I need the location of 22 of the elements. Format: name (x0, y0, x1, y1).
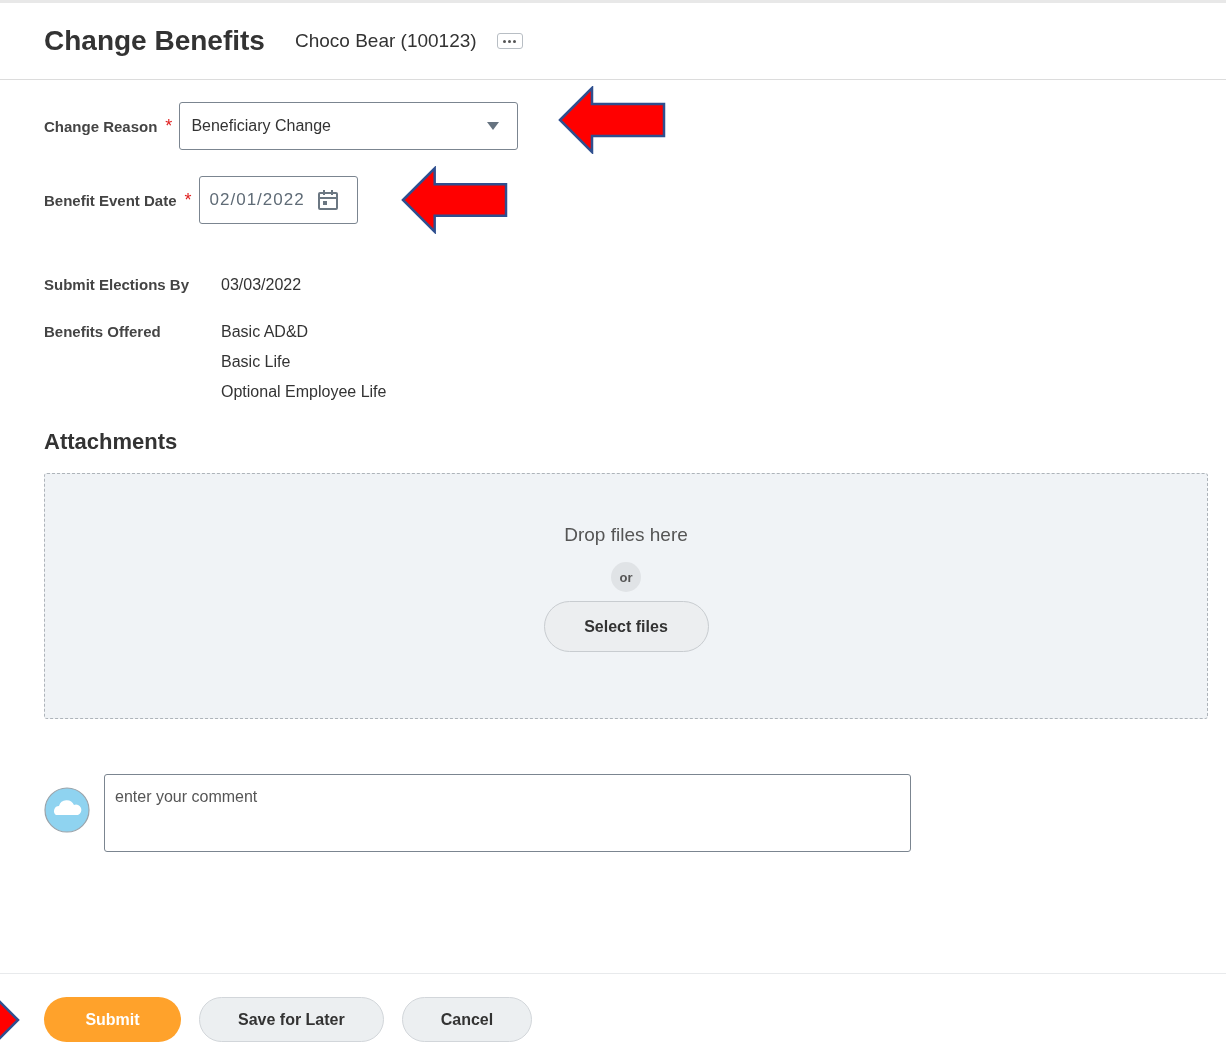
page-title: Change Benefits (44, 25, 265, 57)
field-label: Change Reason (44, 117, 158, 135)
comment-field[interactable]: enter your comment (104, 774, 911, 852)
drop-zone[interactable]: Drop files here or Select files (44, 473, 1208, 719)
action-button[interactable]: Cancel (401, 997, 533, 1042)
required-mark: * (184, 189, 192, 211)
worker-name: Choco Bear (100123) (294, 30, 477, 52)
detail-value: Basic AD&D (221, 322, 310, 342)
detail-value: Optional Employee Life (221, 382, 387, 402)
select-files-button[interactable]: Select files (543, 601, 709, 652)
detail-label: Submit Elections By (44, 275, 191, 295)
detail-label: Benefits Offered (44, 322, 162, 342)
detail-value: 03/03/2022 (221, 275, 302, 295)
detail-value: Basic Life (221, 352, 292, 372)
or-badge: or (611, 562, 641, 592)
dropdown[interactable]: Beneficiary Change (179, 102, 519, 150)
action-button[interactable]: Save for Later (199, 997, 384, 1042)
required-mark: * (165, 115, 173, 137)
drop-text: Drop files here (564, 524, 688, 546)
field-label: Benefit Event Date (44, 191, 177, 209)
date-field[interactable]: 02/01/2022 (198, 176, 358, 224)
section-title: Attachments (44, 429, 179, 455)
